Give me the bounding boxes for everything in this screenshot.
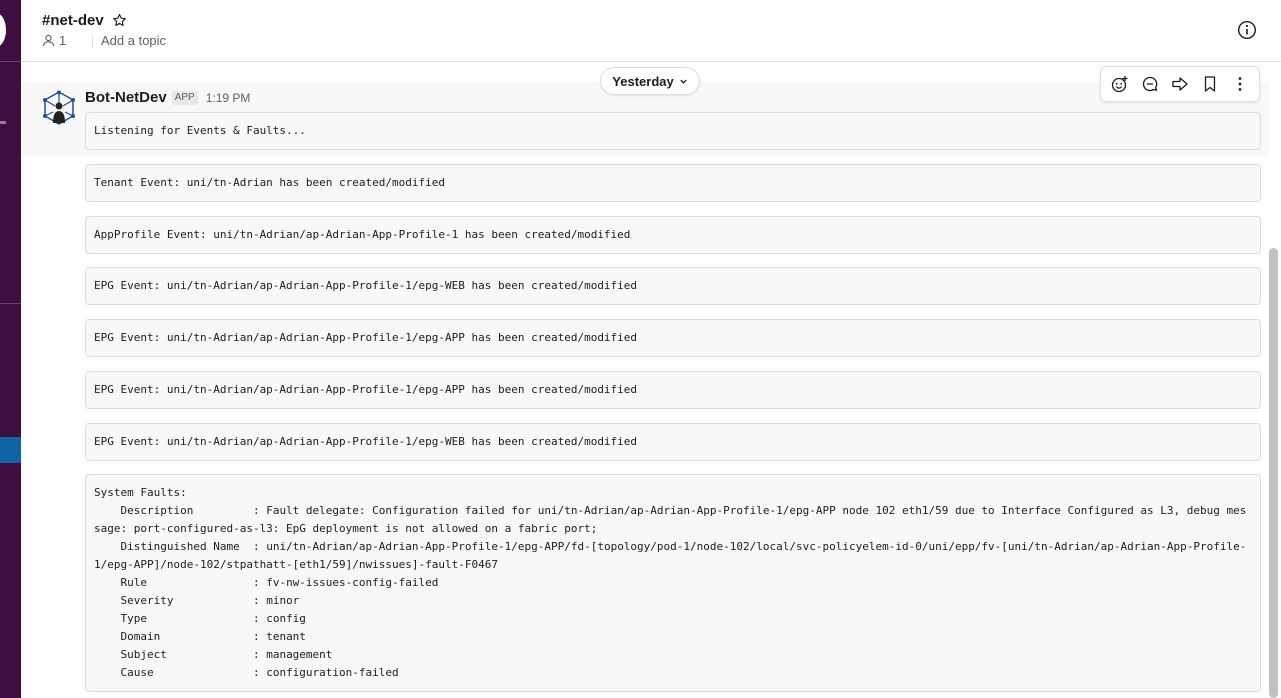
share-message-button[interactable]: [1168, 72, 1192, 96]
save-for-later-button[interactable]: [1198, 72, 1222, 96]
date-divider-button[interactable]: Yesterday: [600, 67, 700, 95]
chevron-down-icon: [680, 79, 687, 84]
message-header: Bot-NetDev APP 1:19 PM: [85, 89, 250, 106]
add-topic-link[interactable]: Add a topic: [101, 33, 166, 48]
code-block: EPG Event: uni/tn-Adrian/ap-Adrian-App-P…: [85, 267, 1261, 305]
more-actions-icon: [1238, 77, 1242, 91]
channel-header: #net-dev 1 Add a topic: [21, 0, 1281, 62]
member-count-button[interactable]: 1: [42, 33, 66, 48]
sidebar-item-marker[interactable]: [0, 121, 6, 124]
sidebar-divider: [0, 303, 21, 304]
share-icon: [1172, 77, 1188, 91]
bookmark-icon: [1204, 76, 1216, 92]
person-icon: [42, 34, 55, 47]
app-badge: APP: [171, 90, 198, 105]
workspace-sidebar: [0, 0, 21, 698]
date-label: Yesterday: [612, 73, 674, 89]
code-block: EPG Event: uni/tn-Adrian/ap-Adrian-App-P…: [85, 423, 1261, 461]
message-list[interactable]: Yesterday Bot-NetDev APP 1:19 PM Listeni…: [21, 62, 1269, 698]
more-actions-button[interactable]: [1228, 72, 1252, 96]
code-block: AppProfile Event: uni/tn-Adrian/ap-Adria…: [85, 216, 1261, 254]
add-reaction-icon: [1111, 76, 1128, 93]
code-block: EPG Event: uni/tn-Adrian/ap-Adrian-App-P…: [85, 319, 1261, 357]
code-block: Tenant Event: uni/tn-Adrian has been cre…: [85, 164, 1261, 202]
workspace-avatar[interactable]: [0, 13, 6, 47]
member-count: 1: [59, 33, 67, 48]
sender-name[interactable]: Bot-NetDev: [85, 89, 167, 106]
sidebar-divider: [0, 61, 21, 62]
sidebar-item-active[interactable]: [0, 437, 21, 463]
header-divider: [92, 36, 93, 48]
channel-name[interactable]: #net-dev: [42, 12, 104, 29]
star-icon[interactable]: [112, 13, 127, 28]
scrollbar-thumb[interactable]: [1269, 248, 1278, 698]
reply-in-thread-icon: [1142, 76, 1158, 92]
message-timestamp[interactable]: 1:19 PM: [206, 91, 251, 105]
info-icon[interactable]: [1237, 20, 1257, 40]
system-faults-block: System Faults: Description : Fault deleg…: [85, 474, 1261, 692]
code-block: Listening for Events & Faults...: [85, 112, 1261, 150]
message-actions-toolbar: [1100, 66, 1260, 102]
bot-avatar[interactable]: [41, 90, 77, 126]
reply-in-thread-button[interactable]: [1138, 72, 1162, 96]
add-reaction-button[interactable]: [1108, 72, 1132, 96]
code-block: EPG Event: uni/tn-Adrian/ap-Adrian-App-P…: [85, 371, 1261, 409]
